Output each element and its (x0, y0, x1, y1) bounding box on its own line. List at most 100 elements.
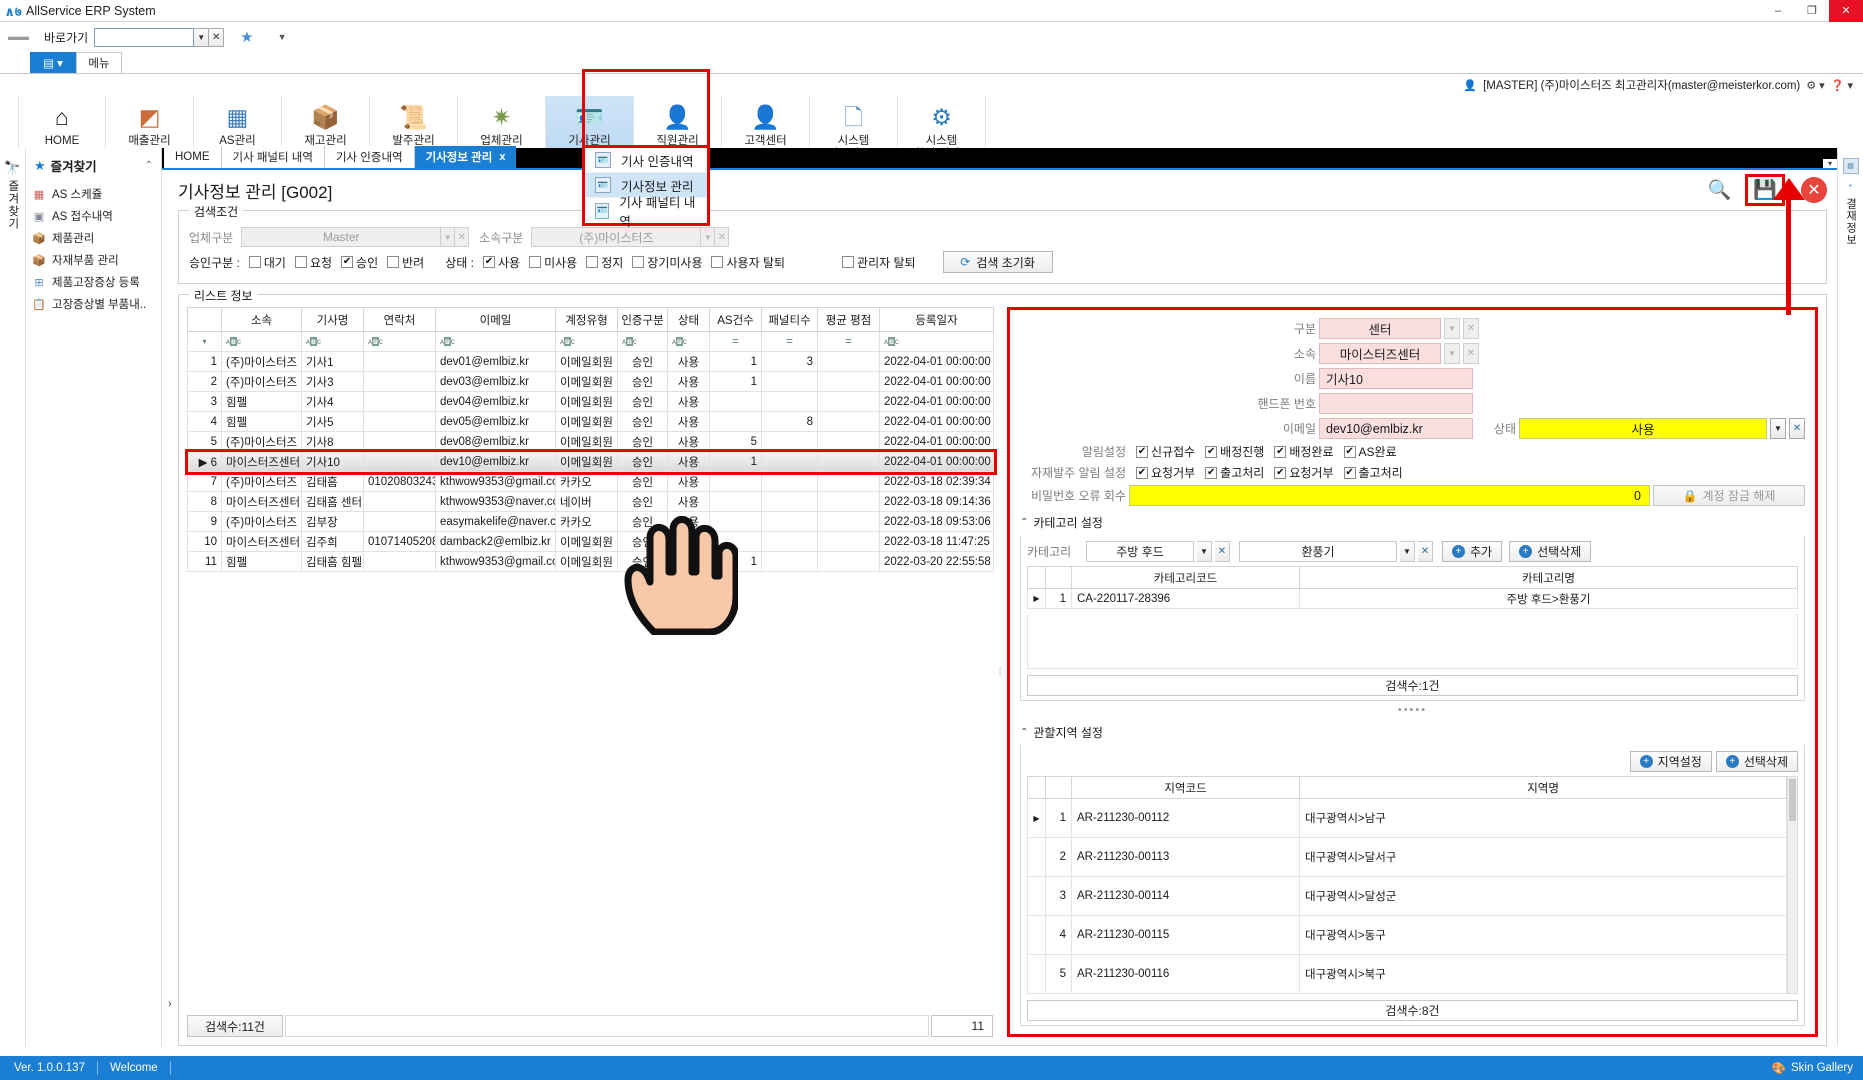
table-row[interactable]: 8마이스터즈센터김태흠 센터 kthwow9353@naver.com네이버승인사… (187, 491, 994, 512)
cell-penalty-count[interactable] (761, 551, 818, 572)
cell-rownum[interactable]: 5 (187, 431, 222, 452)
table-row[interactable]: 2 AR-211230-00113 대구광역시>달서구 (1027, 837, 1788, 877)
filter-account-type[interactable]: ᴀʙᴄ (555, 331, 618, 352)
grid-col-account-type[interactable]: 계정유형 (555, 307, 618, 332)
category-col-code[interactable]: 카테고리코드 (1071, 566, 1300, 589)
cell-state[interactable]: 사용 (667, 531, 710, 552)
category-section-header[interactable]: ⌃ 카테고리 설정 (1020, 514, 1805, 531)
table-row[interactable]: 10 마이스터즈센터 김주희 01071405208 damback2@emlbiz.k… (187, 531, 994, 552)
cell-avg-score[interactable] (817, 411, 880, 432)
detail-state-value[interactable]: 사용 (1519, 418, 1767, 439)
menu-tab-main[interactable]: ▤ ▾ (30, 52, 76, 73)
filter-affiliation[interactable]: ᴀʙᴄ (221, 331, 302, 352)
cell-as-count[interactable]: 1 (709, 351, 762, 372)
close-icon[interactable]: ✕ (715, 227, 730, 247)
sidebar-item-as-schedule[interactable]: ▦ AS 스케쥴 (26, 183, 161, 205)
checkbox-approval-rejected[interactable]: 반려 (387, 254, 424, 271)
cell-email[interactable]: dev05@emlbiz.kr (435, 411, 556, 432)
cell-account-type[interactable]: 이메일회원 (555, 551, 618, 572)
cell-rownum[interactable]: 4 (1045, 915, 1072, 955)
grid-filter-row[interactable]: ▾ ᴀʙᴄ ᴀʙᴄ ᴀʙᴄ ᴀʙᴄ ᴀʙᴄ ᴀʙᴄ ᴀʙᴄ = = = ᴀʙᴄ (187, 331, 994, 352)
detail-type-value[interactable]: 센터 (1319, 318, 1441, 339)
cell-rownum[interactable]: 4 (187, 411, 222, 432)
checkbox-approval-approved[interactable]: ✔ 승인 (341, 254, 378, 271)
cell-reg-date[interactable]: 2022-03-18 09:14:36 (879, 491, 994, 512)
cell-rownum[interactable]: 2 (1045, 837, 1072, 877)
checkbox-state-withdrawn[interactable]: 사용자 탈퇴 (711, 254, 785, 271)
cell-cert-type[interactable]: 승인 (617, 431, 668, 452)
cell-phone[interactable] (363, 411, 436, 432)
cell-marker[interactable]: ▶ (1027, 798, 1046, 838)
star-icon[interactable]: ★ (240, 28, 253, 46)
cell-state[interactable]: 사용 (667, 551, 710, 572)
region-table-scrollbar[interactable] (1787, 776, 1798, 994)
close-icon[interactable]: ✕ (1789, 418, 1805, 439)
detail-phone-input[interactable] (1319, 393, 1473, 414)
table-row[interactable]: 9(주)마이스터즈김부장 easymakelife@naver.com카카오승인사… (187, 511, 994, 532)
cell-reg-date[interactable]: 2022-04-01 00:00:00 (879, 431, 994, 452)
grid-col-cert-type[interactable]: 인증구분 (617, 307, 668, 332)
cell-marker[interactable]: ▶ (1027, 588, 1046, 609)
cell-account-type[interactable]: 이메일회원 (555, 411, 618, 432)
cell-phone[interactable] (363, 351, 436, 372)
cell-reg-date[interactable]: 2022-03-18 11:47:25 (879, 531, 994, 552)
cell-as-count[interactable] (709, 391, 762, 412)
cell-avg-score[interactable] (817, 471, 880, 492)
cell-email[interactable]: damback2@emlbiz.kr (435, 531, 556, 552)
window-maximize-button[interactable]: ❐ (1795, 0, 1829, 22)
cell-avg-score[interactable] (817, 531, 880, 552)
binoculars-icon[interactable]: 🔭 (4, 160, 20, 176)
cell-affiliation[interactable]: (주)마이스터즈 (221, 431, 302, 452)
sidebar-item-parts[interactable]: 📦 자재부품 관리 (26, 249, 161, 271)
checkbox-material-reject-1[interactable]: ✔ 요청거부 (1136, 464, 1195, 481)
checkbox-alarm-progress[interactable]: ✔ 배정진행 (1205, 443, 1264, 460)
cell-rownum[interactable]: 1 (1045, 798, 1072, 838)
cell-as-count[interactable]: 1 (709, 551, 762, 572)
cell-reg-date[interactable]: 2022-03-20 22:55:58 (879, 551, 994, 572)
cell-category-name[interactable]: 주방 후드>환풍기 (1299, 588, 1798, 609)
cell-account-type[interactable]: 카카오 (555, 511, 618, 532)
grid-col-rownum[interactable] (187, 307, 222, 332)
unlock-account-button[interactable]: 🔒 계정 잠금 해제 (1653, 485, 1805, 506)
cell-phone[interactable] (363, 431, 436, 452)
cell-region-name[interactable]: 대구광역시>동구 (1298, 915, 1788, 955)
cell-region-code[interactable]: AR-211230-00112 (1071, 798, 1300, 838)
checkbox-state-use[interactable]: ✔ 사용 (482, 254, 520, 271)
cell-phone[interactable] (363, 511, 436, 532)
grid-col-affiliation[interactable]: 소속 (221, 307, 302, 332)
cell-rownum[interactable]: 1 (187, 351, 222, 372)
cell-avg-score[interactable] (817, 551, 880, 572)
checkbox-alarm-done[interactable]: ✔ 배정완료 (1274, 443, 1334, 460)
tab-home[interactable]: HOME (164, 146, 222, 168)
cell-marker[interactable] (1027, 915, 1046, 955)
chevron-up-icon[interactable]: ⌃ (1020, 727, 1028, 738)
checkbox-alarm-new[interactable]: ✔ 신규접수 (1136, 443, 1195, 460)
checkbox-state-stopped[interactable]: 정지 (586, 254, 623, 271)
sidebar-item-fault-register[interactable]: ⊞ 제품고장증상 등록 (26, 271, 161, 293)
window-minimize-button[interactable]: – (1761, 0, 1795, 22)
cell-affiliation[interactable]: (주)마이스터즈 (221, 471, 302, 492)
drag-grip-icon[interactable]: ▬▬ (8, 31, 29, 43)
cell-penalty-count[interactable] (761, 471, 818, 492)
resize-dots-handle[interactable]: ••••• (1020, 705, 1805, 716)
cell-avg-score[interactable] (817, 451, 880, 472)
window-close-button[interactable]: ✕ (1829, 0, 1863, 22)
filter-reg-date[interactable]: ᴀʙᴄ (879, 331, 994, 352)
cell-avg-score[interactable] (817, 351, 880, 372)
cell-phone[interactable] (363, 451, 436, 472)
filter-penalty-count[interactable]: = (761, 331, 818, 352)
checkbox-approval-wait[interactable]: 대기 (248, 254, 286, 271)
reset-search-button[interactable]: ⟳ 검색 초기화 (942, 251, 1053, 273)
cell-name[interactable]: 김태흠 (301, 471, 364, 492)
cell-name[interactable]: 김태흠 센터 (301, 491, 364, 512)
cell-rownum[interactable]: 11 (187, 551, 222, 572)
filter-name[interactable]: ᴀʙᴄ (301, 331, 364, 352)
gear-icon[interactable]: ⚙ ▾ (1806, 79, 1824, 92)
cell-region-name[interactable]: 대구광역시>달성군 (1298, 876, 1788, 916)
cell-cert-type[interactable]: 승인 (617, 451, 668, 472)
filter-state[interactable]: ᴀʙᴄ (667, 331, 710, 352)
region-section-header[interactable]: ⌃ 관할지역 설정 (1020, 724, 1805, 741)
cell-phone[interactable]: 01071405208 (363, 531, 436, 552)
cell-state[interactable]: 사용 (667, 471, 710, 492)
scrollbar-thumb[interactable] (1789, 779, 1796, 821)
